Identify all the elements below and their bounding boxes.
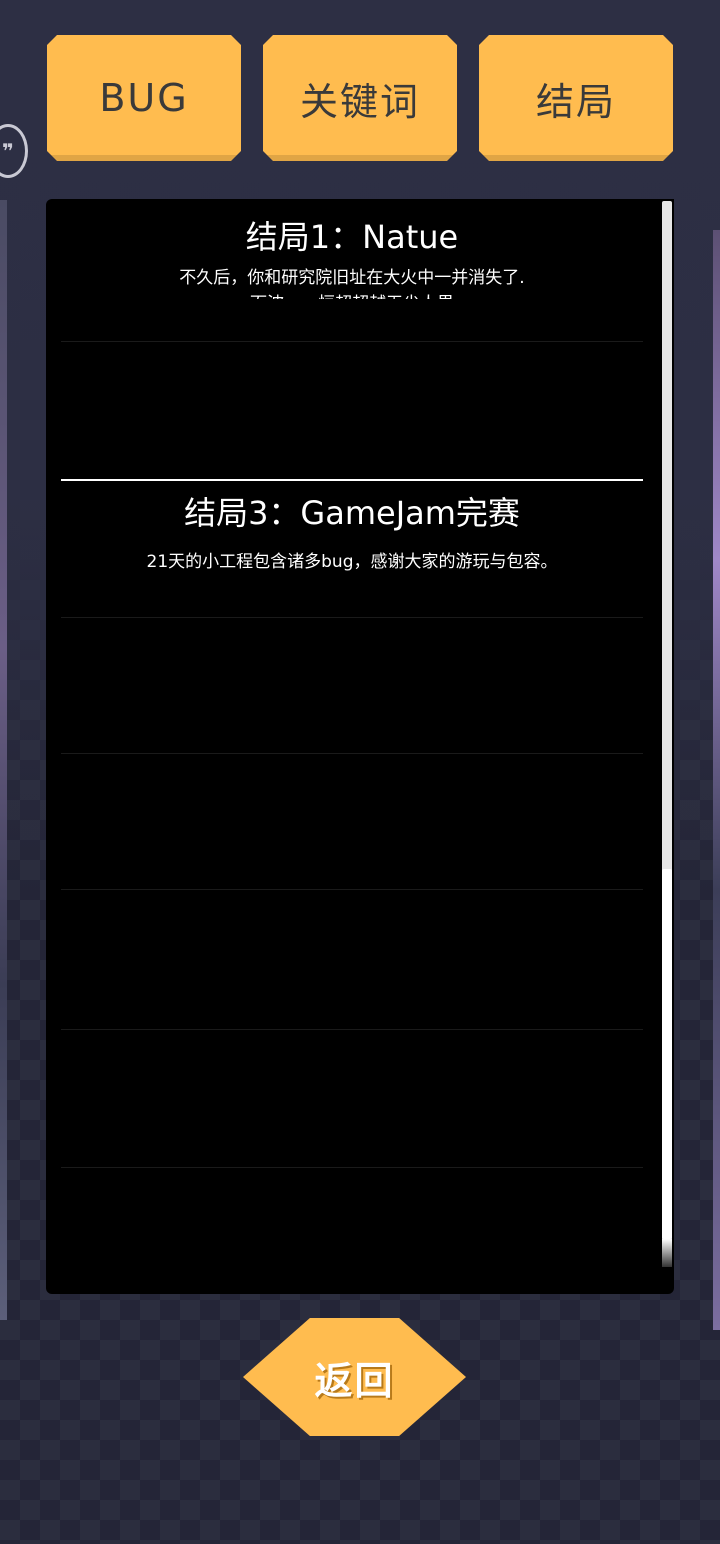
row-divider <box>61 617 643 618</box>
ending-entry-locked <box>61 359 643 399</box>
scrollbar-thumb[interactable] <box>662 869 672 1239</box>
tab-endings[interactable]: 结局 <box>479 35 673 161</box>
ending-3-desc-clip: 21天的小工程包含诸多bug，感谢大家的游玩与包容。 <box>61 549 643 571</box>
endings-list-panel[interactable]: 结局1：Natue 不久后，你和研究院旧址在大火中一并消失了. 而波……恒超超越… <box>46 199 674 1294</box>
tab-bug[interactable]: BUG <box>47 35 241 161</box>
scrollbar[interactable] <box>660 199 674 1269</box>
ending-1-desc-line2: 而波……恒超超越无尖人界 <box>61 291 643 299</box>
scrollbar-end <box>662 1239 672 1267</box>
ending-3-title: 结局3：GameJam完赛 <box>184 494 520 532</box>
ending-1-title: 结局1：Natue <box>245 218 459 256</box>
ending-entry-3: 结局3：GameJam完赛 21天的小工程包含诸多bug，感谢大家的游玩与包容。 <box>61 493 643 571</box>
tab-bug-label: BUG <box>99 76 189 120</box>
ending-1-desc-clip: 不久后，你和研究院旧址在大火中一并消失了. 而波……恒超超越无尖人界 <box>61 265 643 299</box>
row-divider <box>61 889 643 890</box>
ending-entry-1: 结局1：Natue 不久后，你和研究院旧址在大火中一并消失了. 而波……恒超超越… <box>61 217 643 299</box>
tab-keywords-label: 关键词 <box>299 79 420 124</box>
locked-title-placeholder <box>61 359 643 399</box>
right-side-strip <box>713 230 720 1330</box>
tab-keywords[interactable]: 关键词 <box>263 35 457 161</box>
back-button-label: 返回 <box>314 1358 395 1403</box>
tab-endings-label: 结局 <box>535 79 616 124</box>
row-divider <box>61 753 643 754</box>
left-side-strip <box>0 200 7 1320</box>
section-divider <box>61 479 643 481</box>
row-divider <box>61 1167 643 1168</box>
row-divider <box>61 341 643 342</box>
ending-1-desc-line1: 不久后，你和研究院旧址在大火中一并消失了. <box>179 268 525 288</box>
row-divider <box>61 1029 643 1030</box>
ending-3-desc-line1: 21天的小工程包含诸多bug，感谢大家的游玩与包容。 <box>146 552 558 571</box>
